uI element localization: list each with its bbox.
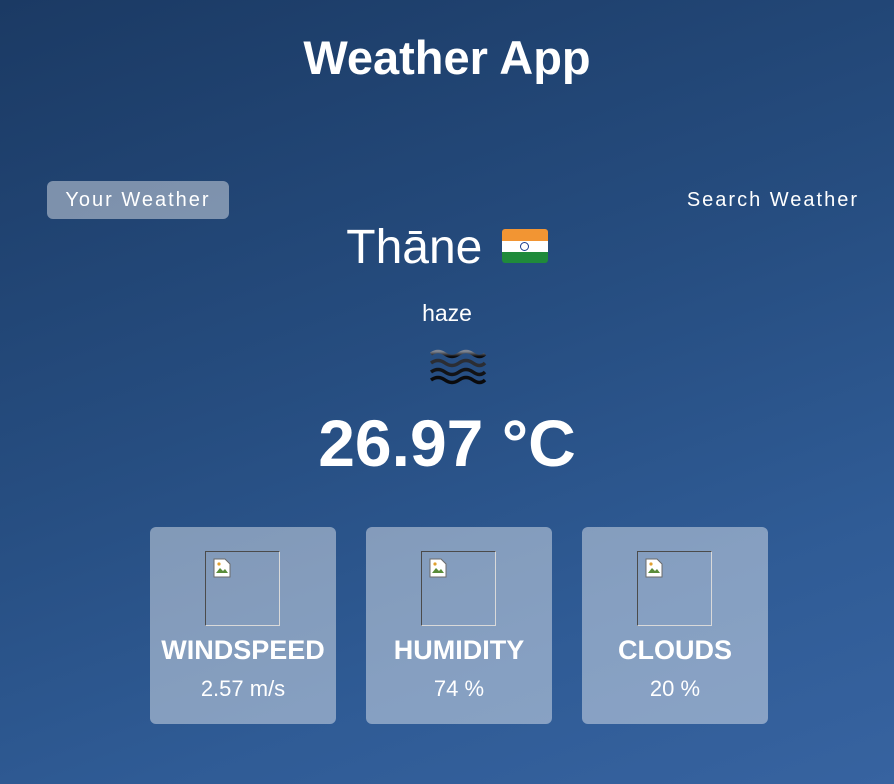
broken-image-icon: [205, 551, 280, 626]
broken-image-icon: [421, 551, 496, 626]
temperature: 26.97 °C: [318, 406, 576, 480]
stat-value: 20 %: [649, 676, 701, 701]
humidity-card: HUMIDITY 74 %: [366, 527, 552, 724]
stat-label: CLOUDS: [618, 635, 732, 665]
stat-value: 2.57 m/s: [200, 676, 286, 701]
stat-value: 74 %: [433, 676, 485, 701]
tab-your-weather[interactable]: Your Weather: [47, 181, 229, 219]
stat-label: WINDSPEED: [161, 635, 325, 665]
city-name: Thāne: [346, 221, 483, 274]
weather-description: haze: [422, 300, 472, 326]
tab-search-weather[interactable]: Search Weather: [687, 181, 859, 219]
windspeed-card: WINDSPEED 2.57 m/s: [150, 527, 336, 724]
haze-icon: [427, 345, 487, 385]
india-flag-icon: [501, 229, 548, 264]
app-title: Weather App: [303, 31, 591, 84]
city-name-row: Thāne: [0, 220, 894, 275]
clouds-card: CLOUDS 20 %: [582, 527, 768, 724]
stat-label: HUMIDITY: [393, 635, 525, 665]
broken-image-icon: [637, 551, 712, 626]
